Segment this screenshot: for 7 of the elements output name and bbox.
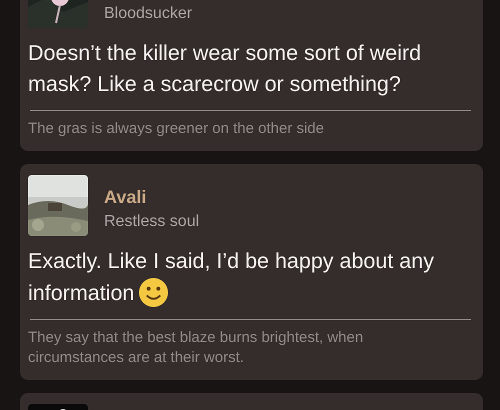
- user-name[interactable]: Avali: [104, 184, 200, 210]
- post-message: Doesn’t the killer wear some sort of weird mask? Like a scarecrow or something?: [28, 41, 422, 96]
- user-rank: Restless soul: [104, 212, 200, 232]
- post-message: Exactly. Like I said, I’d be happy about any information: [28, 249, 434, 305]
- signature: They say that the best blaze burns brightest, when circumstances are at their worst.: [28, 328, 364, 368]
- signature: The gras is always greener on the other side: [28, 119, 325, 139]
- user-rank: Bloodsucker: [104, 4, 192, 24]
